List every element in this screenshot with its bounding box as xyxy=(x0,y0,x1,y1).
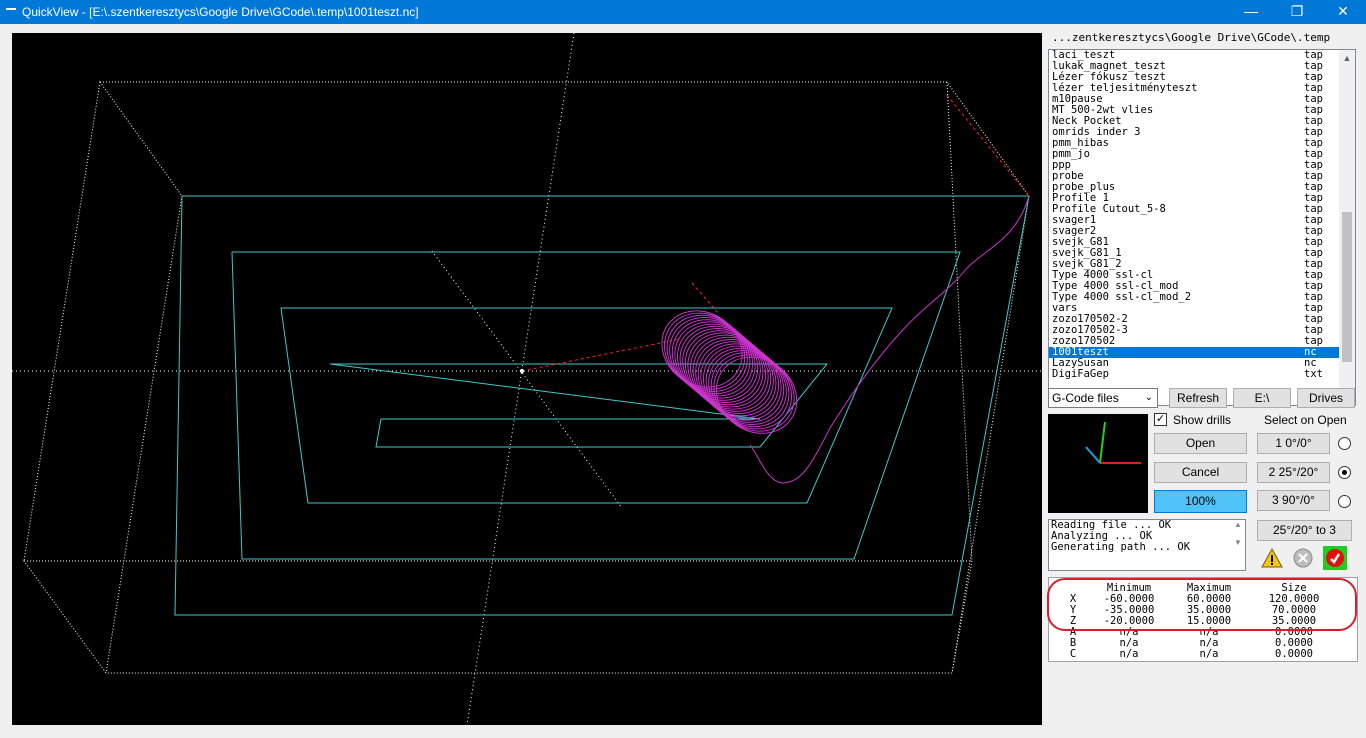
helix-loop xyxy=(697,341,780,419)
exit-toolpath xyxy=(749,195,1030,484)
helix-loop xyxy=(692,336,774,414)
helix-loop xyxy=(705,347,787,425)
extent-size-cell: 0.0000 xyxy=(1275,648,1313,660)
log-line: Generating path ... OK xyxy=(1051,541,1191,553)
extent-max-cell: n/a xyxy=(1199,648,1219,660)
exit-icon[interactable] xyxy=(1323,546,1347,570)
file-list-item[interactable]: pmm_hibas tap xyxy=(1049,138,1339,149)
drives-button[interactable]: Drives xyxy=(1297,388,1355,408)
helix-loop xyxy=(710,352,793,430)
view-1-button[interactable]: 1 0°/0° xyxy=(1257,433,1330,454)
helix-loop xyxy=(713,354,795,432)
gcode-3d-viewport[interactable] xyxy=(12,33,1042,725)
file-list-item[interactable]: ppp tap xyxy=(1049,160,1339,171)
extent-axis-cell: C xyxy=(1069,648,1077,660)
view-transition-button[interactable]: 25°/20° to 3 xyxy=(1257,520,1352,541)
scroll-up-icon[interactable]: ▲ xyxy=(1339,50,1355,66)
helix-loop xyxy=(702,345,785,423)
helix-loop xyxy=(684,330,767,408)
view-3-radio[interactable] xyxy=(1338,495,1351,508)
file-extension: txt xyxy=(1304,368,1323,380)
show-drills-label: Show drills xyxy=(1173,413,1232,427)
window-title: QuickView - [E:\.szentkeresztycs\Google … xyxy=(22,5,419,19)
file-list-item[interactable]: pmm_jo tap xyxy=(1049,149,1339,160)
current-folder-path: ...zentkeresztycs\Google Drive\GCode\.te… xyxy=(1052,31,1331,44)
log-scrollbar[interactable]: ▲ ▼ xyxy=(1231,520,1245,570)
view-1-radio[interactable] xyxy=(1338,437,1351,450)
view-3-button[interactable]: 3 90°/0° xyxy=(1257,490,1330,511)
chevron-down-icon: ⌄ xyxy=(1144,392,1153,403)
select-on-open-label: Select on Open xyxy=(1264,413,1347,427)
file-list[interactable]: laci_teszt tap lukak_magnet_teszt tap Lézer … xyxy=(1048,49,1356,406)
refresh-button[interactable]: Refresh xyxy=(1169,388,1227,408)
annotation-highlight xyxy=(1047,578,1357,631)
file-list-scrollbar[interactable]: ▲ ▼ xyxy=(1339,50,1355,405)
axis-guides xyxy=(12,33,1042,725)
file-list-item[interactable]: DigiFaGep txt xyxy=(1049,369,1339,380)
app-icon xyxy=(6,8,16,10)
bounding-box xyxy=(23,81,1030,674)
show-drills-checkbox[interactable]: ✓ xyxy=(1154,413,1167,426)
file-list-rows: laci_teszt tap lukak_magnet_teszt tap Lézer … xyxy=(1049,50,1339,380)
close-button[interactable]: ✕ xyxy=(1320,0,1366,24)
stop-icon[interactable] xyxy=(1291,546,1315,570)
file-name: DigiFaGep xyxy=(1052,368,1109,380)
open-button[interactable]: Open xyxy=(1154,433,1247,454)
helix-loop xyxy=(715,356,798,434)
warning-icon[interactable] xyxy=(1260,546,1284,570)
zoom-percent-button[interactable]: 100% xyxy=(1154,490,1247,513)
helix-loop xyxy=(682,328,764,406)
pocket-outlines xyxy=(174,195,1030,616)
toolpath-canvas xyxy=(12,33,1042,725)
minimize-button[interactable]: — xyxy=(1228,0,1274,24)
cancel-button[interactable]: Cancel xyxy=(1154,462,1247,483)
origin-marker xyxy=(520,369,524,373)
extent-min-cell: n/a xyxy=(1119,648,1139,660)
radio-selected-dot xyxy=(1342,470,1347,475)
maximize-button[interactable]: ❐ xyxy=(1274,0,1320,24)
helix-loop xyxy=(695,339,777,417)
file-type-select[interactable]: G-Code files ⌄ xyxy=(1048,388,1158,408)
view-2-radio[interactable] xyxy=(1338,466,1351,479)
scroll-thumb[interactable] xyxy=(1342,212,1352,362)
view-2-button[interactable]: 2 25°/20° xyxy=(1257,462,1330,483)
file-type-value: G-Code files xyxy=(1052,391,1119,405)
status-log: Reading file ... OK Analyzing ... OK Gen… xyxy=(1048,519,1246,571)
title-bar: QuickView - [E:\.szentkeresztycs\Google … xyxy=(0,0,1366,24)
helix-loop xyxy=(708,350,790,428)
axis-orientation-preview xyxy=(1048,414,1148,513)
helix-toolpath xyxy=(661,310,798,434)
drive-e-button[interactable]: E:\ xyxy=(1233,388,1291,408)
helix-loop xyxy=(700,343,782,421)
file-list-item[interactable]: Type 4000 ssl-cl_mod_2 tap xyxy=(1049,292,1339,303)
rapid-moves xyxy=(521,94,1030,372)
